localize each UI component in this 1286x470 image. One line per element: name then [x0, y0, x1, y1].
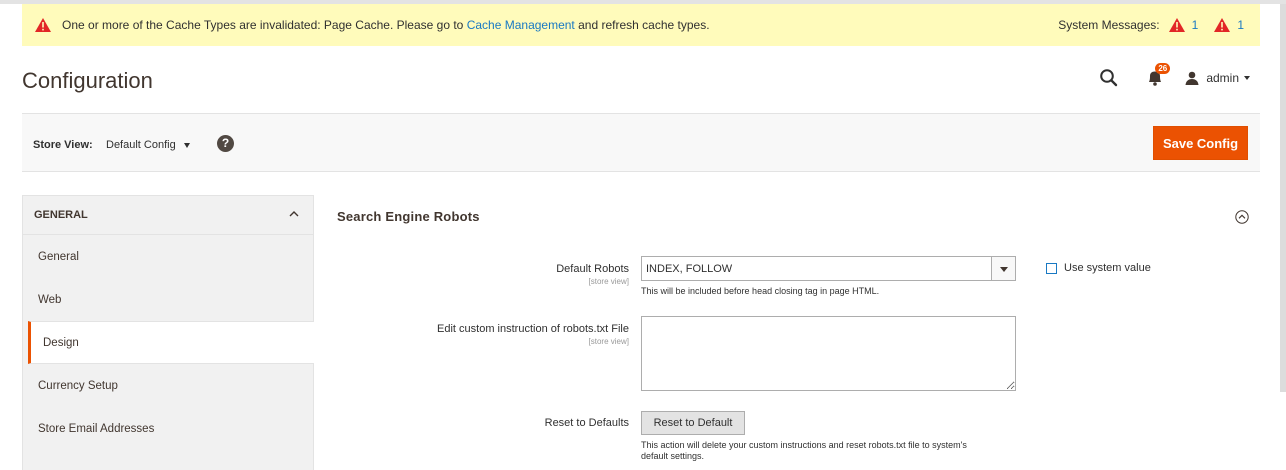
sidebar-item-design[interactable]: Design	[28, 321, 314, 364]
system-messages-label: System Messages:	[1058, 18, 1160, 32]
sidebar-section-title: GENERAL	[34, 209, 88, 221]
cache-management-link[interactable]: Cache Management	[467, 18, 575, 32]
chevron-down-icon	[1000, 267, 1008, 272]
search-icon[interactable]	[1099, 68, 1119, 88]
reset-note: This action will delete your custom inst…	[641, 440, 1001, 462]
chevron-down-icon	[1244, 76, 1250, 80]
reset-to-defaults-label-text: Reset to Defaults	[544, 417, 629, 429]
sidebar-item-web[interactable]: Web	[23, 278, 313, 321]
custom-instruction-textarea[interactable]	[641, 316, 1016, 391]
collapse-icon[interactable]	[1235, 210, 1249, 224]
checkbox[interactable]	[1046, 262, 1057, 274]
chevron-up-icon	[289, 211, 299, 217]
message-text-before: One or more of the Cache Types are inval…	[62, 18, 464, 32]
default-robots-value: INDEX, FOLLOW	[646, 262, 733, 275]
sidebar-item-label: Design	[43, 336, 79, 349]
config-sidebar: GENERAL General Web Design Currency Setu…	[22, 195, 314, 470]
sidebar-item-label: Web	[38, 293, 62, 306]
store-view-label: Store View:	[33, 139, 93, 151]
sidebar-item-store-email-addresses[interactable]: Store Email Addresses	[23, 407, 313, 450]
scope-label: [store view]	[588, 337, 629, 346]
sidebar-item-label: Currency Setup	[38, 379, 118, 392]
section-title[interactable]: Search Engine Robots	[337, 209, 480, 224]
sidebar-item-general[interactable]: General	[23, 235, 313, 278]
select-button	[991, 257, 1015, 280]
save-config-button[interactable]: Save Config	[1153, 126, 1248, 160]
reset-note-line-1: This action will delete your custom inst…	[641, 440, 967, 450]
reset-to-defaults-label: Reset to Defaults	[545, 417, 629, 429]
user-icon	[1185, 71, 1199, 85]
message-text-after: and refresh cache types.	[578, 18, 710, 32]
use-system-value-label: Use system value	[1064, 262, 1151, 274]
default-robots-note: This will be included before head closin…	[641, 286, 880, 296]
notifications-badge: 26	[1155, 63, 1171, 74]
warning-icon[interactable]	[1214, 18, 1231, 32]
custom-instruction-label: Edit custom instruction of robots.txt Fi…	[437, 323, 629, 346]
admin-user-menu[interactable]: admin	[1185, 71, 1250, 85]
reset-to-default-button[interactable]: Reset to Default	[641, 411, 745, 435]
store-view-bar: Store View: Default Config ? Save Config	[22, 113, 1260, 172]
default-robots-label: Default Robots [store view]	[556, 263, 629, 286]
sidebar-item-label: Store Email Addresses	[38, 422, 155, 435]
sidebar-section-general[interactable]: GENERAL	[23, 196, 313, 235]
system-messages-count-critical[interactable]: 1	[1192, 18, 1199, 32]
reset-note-line-2: default settings.	[641, 451, 705, 461]
cache-message-bar: One or more of the Cache Types are inval…	[22, 4, 1260, 46]
warning-icon	[35, 18, 51, 32]
warning-icon[interactable]	[1168, 18, 1185, 32]
default-robots-select[interactable]: INDEX, FOLLOW	[641, 256, 1016, 281]
message-text: One or more of the Cache Types are inval…	[62, 18, 710, 32]
default-robots-label-text: Default Robots	[556, 263, 629, 275]
scope-label: [store view]	[588, 277, 629, 286]
sidebar-item-currency-setup[interactable]: Currency Setup	[23, 364, 313, 407]
chevron-down-icon	[183, 142, 190, 148]
system-messages-count-major[interactable]: 1	[1237, 18, 1244, 32]
store-view-selected: Default Config	[106, 139, 176, 151]
use-system-value-checkbox[interactable]: Use system value	[1046, 262, 1151, 274]
store-view-switcher[interactable]: Default Config	[106, 139, 190, 151]
notifications-button[interactable]: 26	[1145, 63, 1171, 88]
system-messages: System Messages: 1 1	[1058, 4, 1244, 46]
page-scrollbar[interactable]	[1280, 4, 1286, 392]
custom-instruction-label-text: Edit custom instruction of robots.txt Fi…	[437, 323, 629, 335]
help-icon[interactable]: ?	[217, 135, 234, 152]
admin-username: admin	[1206, 71, 1239, 85]
sidebar-item-label: General	[38, 250, 79, 263]
header-actions: 26 admin	[1099, 63, 1250, 92]
page-title: Configuration	[22, 68, 153, 93]
